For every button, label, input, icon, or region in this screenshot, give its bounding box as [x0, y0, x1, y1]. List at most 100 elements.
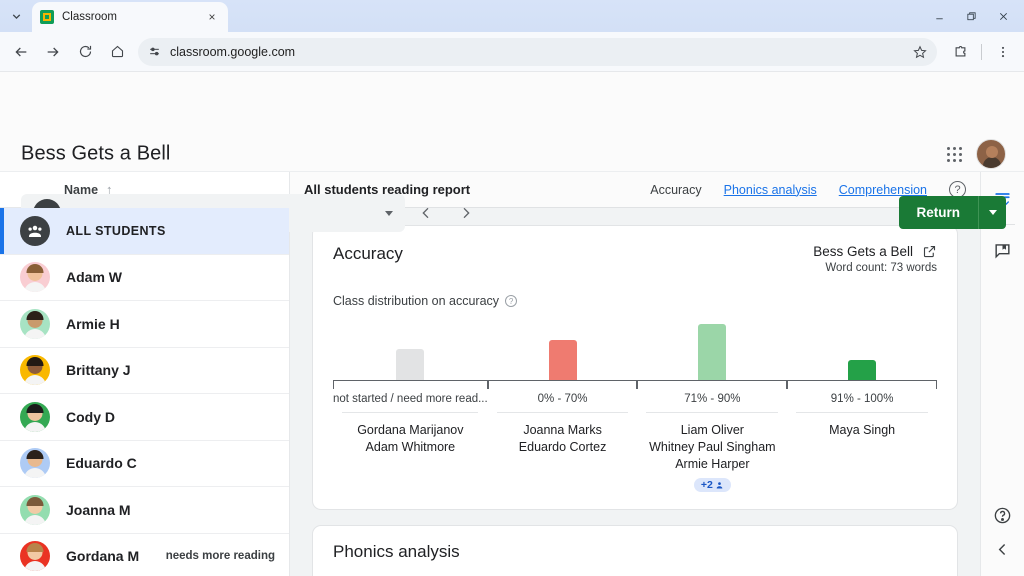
- avatar[interactable]: [976, 139, 1006, 169]
- student-row[interactable]: Adam W: [0, 255, 289, 301]
- close-icon[interactable]: ×: [204, 9, 220, 25]
- next-student-button[interactable]: [452, 199, 480, 227]
- student-list: ALL STUDENTS Adam W Armie H Brittany J Cody …: [0, 208, 289, 576]
- student-name-group: Gordana Marijanov Adam Whitmore: [357, 422, 463, 456]
- group-avatar-icon: [20, 215, 50, 246]
- column-divider: [796, 412, 928, 413]
- reload-icon[interactable]: [70, 37, 100, 67]
- chart-bar[interactable]: [396, 349, 425, 380]
- chevron-down-icon: [988, 210, 997, 215]
- accuracy-title: Accuracy: [333, 244, 403, 263]
- tab-search-icon[interactable]: [0, 0, 32, 32]
- phonics-title: Phonics analysis: [333, 542, 460, 561]
- previous-student-button[interactable]: [412, 199, 440, 227]
- avatar: [20, 308, 50, 339]
- chart-bar[interactable]: [548, 340, 577, 380]
- back-arrow-icon[interactable]: [6, 37, 36, 67]
- return-split-button: Return: [898, 196, 1006, 229]
- word-count: Word count: 73 words: [825, 262, 937, 274]
- column-divider: [496, 412, 629, 413]
- student-row[interactable]: Eduardo C: [0, 441, 289, 487]
- accuracy-card: Accuracy Bess Gets a Bell Word count: 73…: [312, 225, 958, 510]
- maximize-icon[interactable]: [956, 1, 986, 31]
- student-name-group: Joanna Marks Eduardo Cortez: [519, 422, 607, 456]
- more-students-count: +2: [700, 479, 713, 491]
- report-scroll-area[interactable]: Accuracy Bess Gets a Bell Word count: 73…: [290, 208, 980, 576]
- extensions-icon[interactable]: [945, 37, 975, 67]
- student-name-entry: Adam Whitmore: [365, 440, 456, 454]
- phonics-card: Phonics analysis Double consonants-ff-ll…: [312, 525, 958, 576]
- student-row[interactable]: Brittany J: [0, 348, 289, 394]
- chart-column: 91% - 100% Maya Singh: [787, 318, 937, 493]
- return-dropdown-button[interactable]: [978, 196, 1006, 229]
- chart-bar[interactable]: [848, 360, 877, 380]
- open-in-new-icon[interactable]: [922, 244, 937, 259]
- student-row[interactable]: Joanna M: [0, 487, 289, 534]
- avatar: [20, 448, 50, 479]
- student-name: Brittany J: [66, 362, 131, 379]
- axis-tick-label: 0% - 70%: [537, 393, 588, 405]
- app-body: Name ↑ ALL STUDENTS Adam W Armie H Brittany…: [0, 172, 1024, 576]
- student-name-entry: Maya Singh: [829, 423, 896, 437]
- classroom-favicon: [40, 10, 54, 24]
- bar-zone: [637, 318, 787, 380]
- help-circle-icon[interactable]: [988, 500, 1018, 530]
- forward-arrow-icon[interactable]: [38, 37, 68, 67]
- distribution-label-row: Class distribution on accuracy ?: [333, 294, 937, 308]
- student-row[interactable]: Cody D: [0, 394, 289, 441]
- avatar: [20, 494, 50, 525]
- book-name: Bess Gets a Bell: [813, 244, 913, 259]
- chart-bar[interactable]: [698, 324, 727, 380]
- axis-segment: [487, 380, 638, 389]
- home-icon[interactable]: [102, 37, 132, 67]
- student-sidebar: Name ↑ ALL STUDENTS Adam W Armie H Brittany…: [0, 172, 290, 576]
- browser-toolbar: classroom.google.com: [0, 32, 1024, 72]
- student-name-entry: Liam Oliver: [680, 423, 744, 437]
- student-status-note: needs more reading: [165, 550, 275, 563]
- site-info-icon[interactable]: [148, 45, 161, 58]
- tab-phonics-analysis[interactable]: Phonics analysis: [724, 183, 817, 197]
- header-actions: [947, 139, 1006, 169]
- student-row[interactable]: Armie H: [0, 301, 289, 348]
- axis-tick-label: 71% - 90%: [684, 393, 741, 405]
- axis-tick-label: 91% - 100%: [830, 393, 894, 405]
- student-name-entry: Whitney Paul Singham: [649, 440, 776, 454]
- student-name-entry: Joanna Marks: [523, 423, 602, 437]
- tab-comprehension[interactable]: Comprehension: [839, 183, 927, 197]
- chart-column: 0% - 70% Joanna Marks Eduardo Cortez: [487, 318, 638, 493]
- column-divider: [646, 412, 779, 413]
- student-row[interactable]: ALL STUDENTS: [0, 208, 289, 255]
- star-icon[interactable]: [913, 45, 927, 59]
- chevron-down-icon[interactable]: [385, 210, 393, 216]
- avatar: [20, 355, 50, 386]
- right-rail: [980, 172, 1024, 576]
- avatar: [20, 541, 50, 572]
- return-button[interactable]: Return: [898, 196, 978, 229]
- help-icon[interactable]: ?: [505, 295, 518, 307]
- student-row[interactable]: Gordana M needs more reading: [0, 534, 289, 576]
- close-window-icon[interactable]: [988, 1, 1018, 31]
- comment-bookmark-icon[interactable]: [988, 235, 1018, 265]
- avatar: [20, 401, 50, 432]
- more-students-badge[interactable]: +2: [693, 478, 731, 492]
- apps-grid-icon[interactable]: [947, 146, 962, 162]
- chevron-left-icon[interactable]: [988, 534, 1018, 564]
- url-text: classroom.google.com: [170, 44, 296, 59]
- minimize-icon[interactable]: [924, 1, 954, 31]
- avatar: [20, 262, 50, 293]
- chart-column: 71% - 90% Liam Oliver Whitney Paul Singham…: [637, 318, 788, 493]
- tab-accuracy[interactable]: Accuracy: [650, 183, 701, 197]
- distribution-label: Class distribution on accuracy: [333, 294, 500, 308]
- browser-tab-classroom[interactable]: Classroom ×: [32, 2, 228, 32]
- student-name-entry: Eduardo Cortez: [518, 440, 607, 454]
- student-name-entry: Armie Harper: [675, 457, 750, 471]
- student-name-entry: Gordana Marijanov: [357, 423, 464, 437]
- kebab-menu-icon[interactable]: [988, 37, 1018, 67]
- student-name: Armie H: [66, 315, 120, 332]
- bar-zone: [333, 318, 488, 380]
- main-content: All students reading report Accuracy Phon…: [290, 172, 980, 576]
- student-name-group: Maya Singh: [829, 422, 895, 439]
- address-bar[interactable]: classroom.google.com: [138, 37, 937, 66]
- axis-segment: [637, 380, 788, 389]
- book-info: Bess Gets a Bell Word count: 73 words: [813, 244, 937, 274]
